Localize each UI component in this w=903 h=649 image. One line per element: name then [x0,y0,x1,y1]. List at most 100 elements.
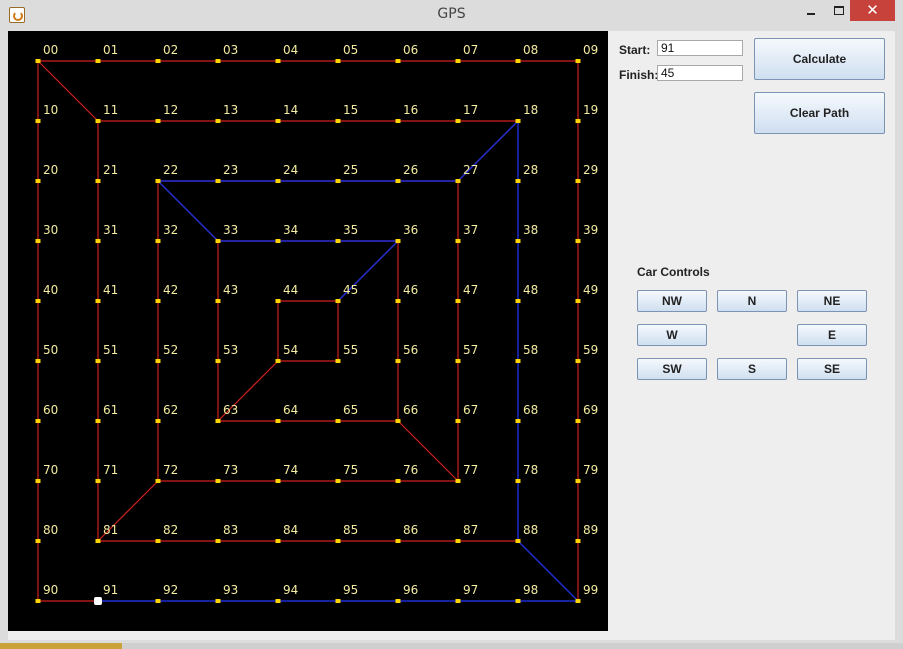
node-82[interactable] [155,539,161,543]
node-54[interactable] [275,359,281,363]
clear-path-button[interactable]: Clear Path [754,92,885,134]
node-59[interactable] [575,359,581,363]
node-43[interactable] [215,299,221,303]
node-04[interactable] [275,59,281,63]
node-49[interactable] [575,299,581,303]
node-05[interactable] [335,59,341,63]
nw-button[interactable]: NW [637,290,707,312]
node-90[interactable] [35,599,41,603]
sw-button[interactable]: SW [637,358,707,380]
calculate-button[interactable]: Calculate [754,38,885,80]
node-64[interactable] [275,419,281,423]
node-52[interactable] [155,359,161,363]
node-01[interactable] [95,59,101,63]
node-25[interactable] [335,179,341,183]
node-35[interactable] [335,239,341,243]
node-12[interactable] [155,119,161,123]
node-02[interactable] [155,59,161,63]
node-26[interactable] [395,179,401,183]
ne-button[interactable]: NE [797,290,867,312]
node-20[interactable] [35,179,41,183]
node-31[interactable] [95,239,101,243]
node-74[interactable] [275,479,281,483]
w-button[interactable]: W [637,324,707,346]
node-53[interactable] [215,359,221,363]
node-60[interactable] [35,419,41,423]
node-67[interactable] [455,419,461,423]
node-84[interactable] [275,539,281,543]
node-69[interactable] [575,419,581,423]
node-11[interactable] [95,119,101,123]
node-75[interactable] [335,479,341,483]
node-68[interactable] [515,419,521,423]
node-13[interactable] [215,119,221,123]
node-66[interactable] [395,419,401,423]
node-87[interactable] [455,539,461,543]
maximize-button[interactable] [828,1,850,21]
node-39[interactable] [575,239,581,243]
node-34[interactable] [275,239,281,243]
node-33[interactable] [215,239,221,243]
node-98[interactable] [515,599,521,603]
node-72[interactable] [155,479,161,483]
node-57[interactable] [455,359,461,363]
node-22[interactable] [155,179,161,183]
node-76[interactable] [395,479,401,483]
node-00[interactable] [35,59,41,63]
node-95[interactable] [335,599,341,603]
node-73[interactable] [215,479,221,483]
node-14[interactable] [275,119,281,123]
node-85[interactable] [335,539,341,543]
node-83[interactable] [215,539,221,543]
node-56[interactable] [395,359,401,363]
node-86[interactable] [395,539,401,543]
node-07[interactable] [455,59,461,63]
node-16[interactable] [395,119,401,123]
node-27[interactable] [455,179,461,183]
node-29[interactable] [575,179,581,183]
node-51[interactable] [95,359,101,363]
node-88[interactable] [515,539,521,543]
n-button[interactable]: N [717,290,787,312]
node-81[interactable] [95,539,101,543]
node-24[interactable] [275,179,281,183]
node-58[interactable] [515,359,521,363]
node-50[interactable] [35,359,41,363]
node-03[interactable] [215,59,221,63]
node-15[interactable] [335,119,341,123]
node-32[interactable] [155,239,161,243]
node-30[interactable] [35,239,41,243]
node-99[interactable] [575,599,581,603]
node-48[interactable] [515,299,521,303]
node-17[interactable] [455,119,461,123]
finish-field[interactable] [657,65,743,81]
node-41[interactable] [95,299,101,303]
node-94[interactable] [275,599,281,603]
minimize-button[interactable] [800,1,822,21]
node-96[interactable] [395,599,401,603]
node-62[interactable] [155,419,161,423]
node-23[interactable] [215,179,221,183]
s-button[interactable]: S [717,358,787,380]
node-65[interactable] [335,419,341,423]
node-09[interactable] [575,59,581,63]
node-44[interactable] [275,299,281,303]
node-70[interactable] [35,479,41,483]
node-71[interactable] [95,479,101,483]
se-button[interactable]: SE [797,358,867,380]
node-38[interactable] [515,239,521,243]
node-77[interactable] [455,479,461,483]
node-61[interactable] [95,419,101,423]
node-36[interactable] [395,239,401,243]
node-55[interactable] [335,359,341,363]
node-46[interactable] [395,299,401,303]
node-92[interactable] [155,599,161,603]
node-97[interactable] [455,599,461,603]
node-45[interactable] [335,299,341,303]
node-47[interactable] [455,299,461,303]
node-80[interactable] [35,539,41,543]
node-89[interactable] [575,539,581,543]
node-18[interactable] [515,119,521,123]
node-37[interactable] [455,239,461,243]
node-78[interactable] [515,479,521,483]
